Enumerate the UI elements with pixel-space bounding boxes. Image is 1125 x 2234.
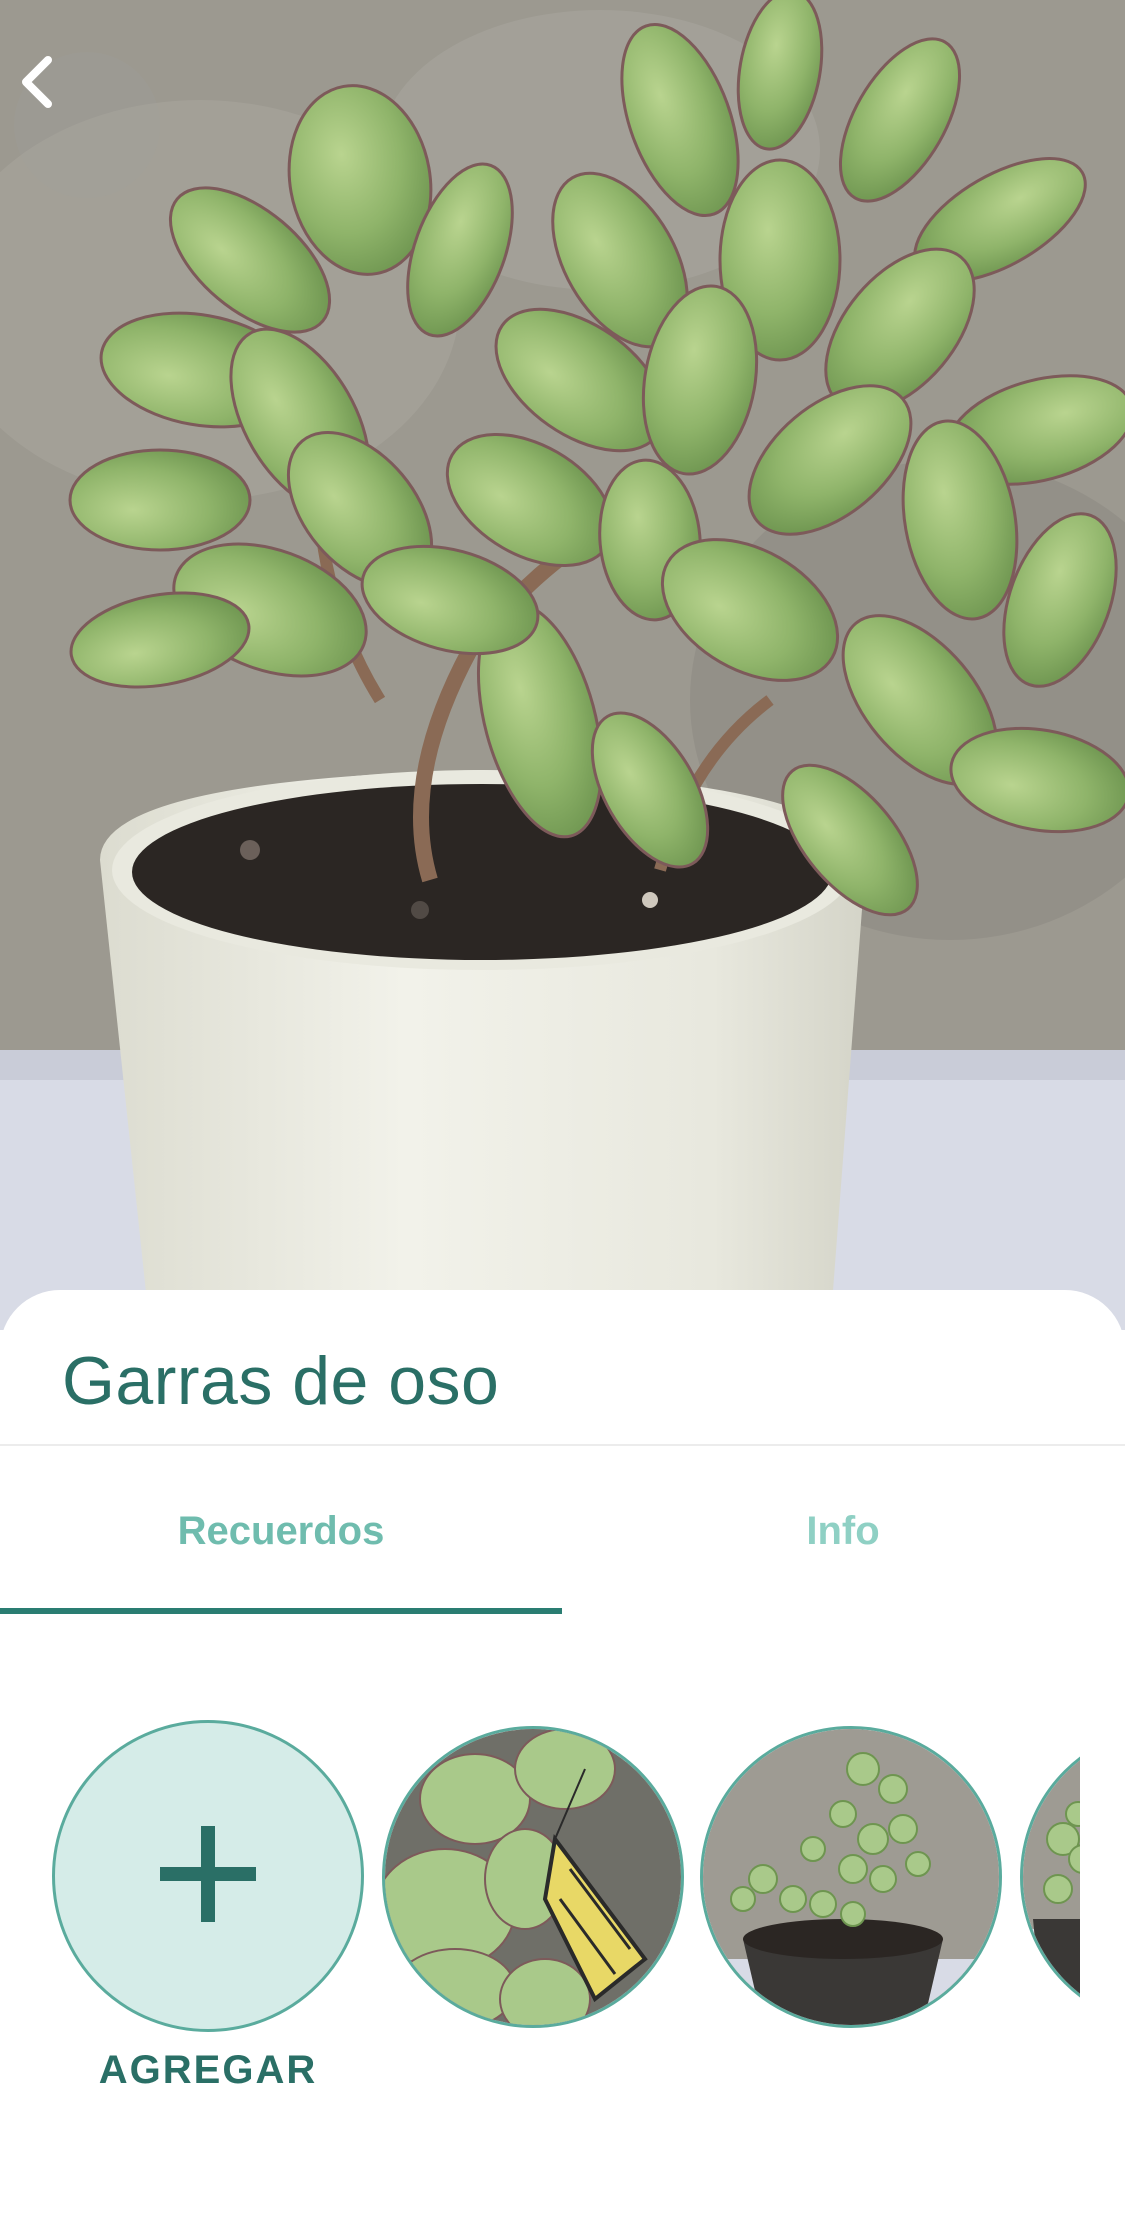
add-memory-button[interactable] bbox=[52, 1720, 364, 2032]
plant-photo-illustration bbox=[0, 0, 1125, 1330]
plus-icon bbox=[158, 1824, 258, 1929]
add-memory-label: AGREGAR bbox=[98, 2048, 318, 2092]
memory-photo-potted-plant[interactable] bbox=[700, 1726, 1002, 2028]
tab-bar: Recuerdos Info bbox=[0, 1446, 1125, 1616]
memory-photo-plant-partial[interactable] bbox=[1020, 1726, 1080, 2028]
back-button[interactable] bbox=[14, 52, 160, 198]
memory-photo-butterfly[interactable] bbox=[382, 1726, 684, 2028]
active-tab-indicator bbox=[0, 1608, 562, 1614]
memory-photo-partial-clip bbox=[1020, 1726, 1080, 2028]
tab-info[interactable]: Info bbox=[562, 1446, 1124, 1616]
page-title: Garras de oso bbox=[62, 1343, 500, 1419]
plant-photo bbox=[0, 0, 1125, 1330]
tab-recuerdos[interactable]: Recuerdos bbox=[0, 1446, 562, 1616]
